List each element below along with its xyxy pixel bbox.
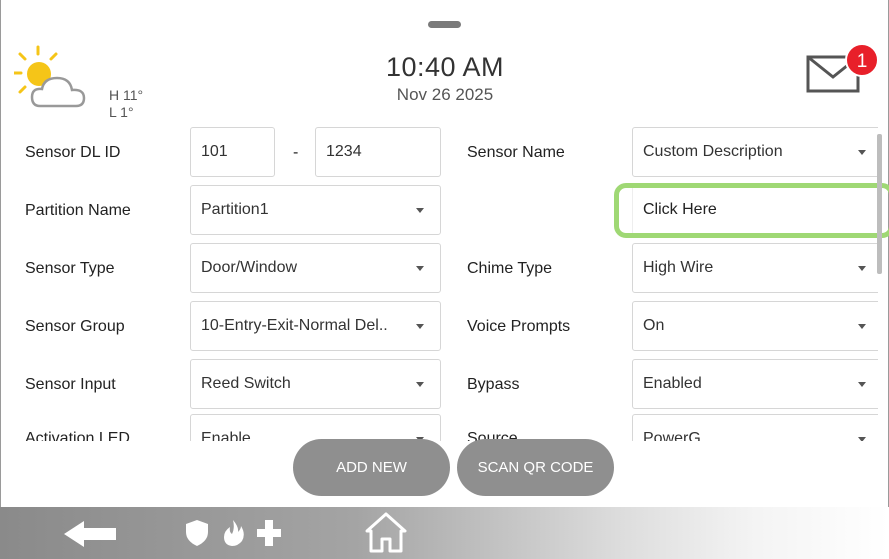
voice-prompts-dropdown[interactable]: On: [632, 301, 878, 351]
home-icon[interactable]: [364, 511, 408, 553]
sensor-name-label: Sensor Name: [467, 144, 565, 161]
chime-type-dropdown[interactable]: High Wire: [632, 243, 878, 293]
shield-icon[interactable]: [186, 520, 208, 546]
sensor-name-value: Custom Description: [643, 143, 783, 160]
voice-prompts-label: Voice Prompts: [467, 318, 571, 335]
sensor-group-dropdown[interactable]: 10-Entry-Exit-Normal Del..: [190, 301, 441, 351]
chime-type-label: Chime Type: [467, 260, 553, 277]
temperature-readout: H 11° L 1°: [109, 87, 143, 121]
chime-type-value: High Wire: [643, 259, 714, 276]
activation-led-value: Enable: [201, 430, 251, 441]
bypass-label: Bypass: [467, 376, 520, 393]
sensor-form: Sensor DL ID 101 - 1234 Sensor Name Cust…: [0, 124, 878, 441]
fire-icon[interactable]: [222, 520, 244, 546]
partition-name-value: Partition1: [201, 201, 269, 218]
pull-down-handle[interactable]: [428, 21, 461, 28]
temp-high: H 11°: [109, 87, 144, 103]
voice-prompts-value: On: [643, 317, 665, 334]
clock-widget: 10:40 AM Nov 26 2025: [340, 52, 550, 105]
medical-cross-icon[interactable]: [257, 520, 281, 546]
add-new-button[interactable]: ADD NEW: [293, 439, 450, 496]
activation-led-dropdown[interactable]: Enable: [190, 414, 441, 441]
click-here-highlight: [614, 183, 889, 238]
dl-id-separator: -: [293, 144, 299, 161]
weather-widget[interactable]: H 11° L 1°: [12, 44, 154, 120]
partition-name-label: Partition Name: [25, 202, 131, 219]
scan-qr-code-button[interactable]: SCAN QR CODE: [457, 439, 614, 496]
sensor-group-label: Sensor Group: [25, 318, 125, 335]
sensor-type-dropdown[interactable]: Door/Window: [190, 243, 441, 293]
sensor-type-value: Door/Window: [201, 259, 298, 276]
sensor-dl-id-label: Sensor DL ID: [25, 144, 121, 161]
partly-cloudy-icon: [12, 45, 86, 108]
sensor-name-dropdown[interactable]: Custom Description: [632, 127, 878, 177]
clock-time: 10:40 AM: [385, 52, 505, 82]
form-scrollbar[interactable]: [877, 134, 882, 274]
temp-low: L 1°: [109, 104, 134, 120]
clock-date: Nov 26 2025: [396, 85, 494, 104]
bypass-dropdown[interactable]: Enabled: [632, 359, 878, 409]
sensor-input-value: Reed Switch: [201, 375, 291, 392]
bypass-value: Enabled: [643, 375, 702, 392]
bottom-nav-bar: [0, 507, 889, 559]
partition-name-dropdown[interactable]: Partition1: [190, 185, 441, 235]
sensor-type-label: Sensor Type: [25, 260, 115, 277]
activation-led-label: Activation LED: [25, 430, 130, 441]
sensor-dl-id-part1-field[interactable]: 101: [190, 127, 275, 177]
sensor-group-value: 10-Entry-Exit-Normal Del..: [201, 317, 388, 334]
sensor-input-label: Sensor Input: [25, 376, 116, 393]
sensor-input-dropdown[interactable]: Reed Switch: [190, 359, 441, 409]
back-arrow-icon[interactable]: [64, 521, 116, 547]
source-value: PowerG: [643, 430, 701, 441]
message-count-badge[interactable]: 1: [845, 43, 879, 77]
sensor-dl-id-part2-field[interactable]: 1234: [315, 127, 441, 177]
source-dropdown[interactable]: PowerG: [632, 414, 878, 441]
